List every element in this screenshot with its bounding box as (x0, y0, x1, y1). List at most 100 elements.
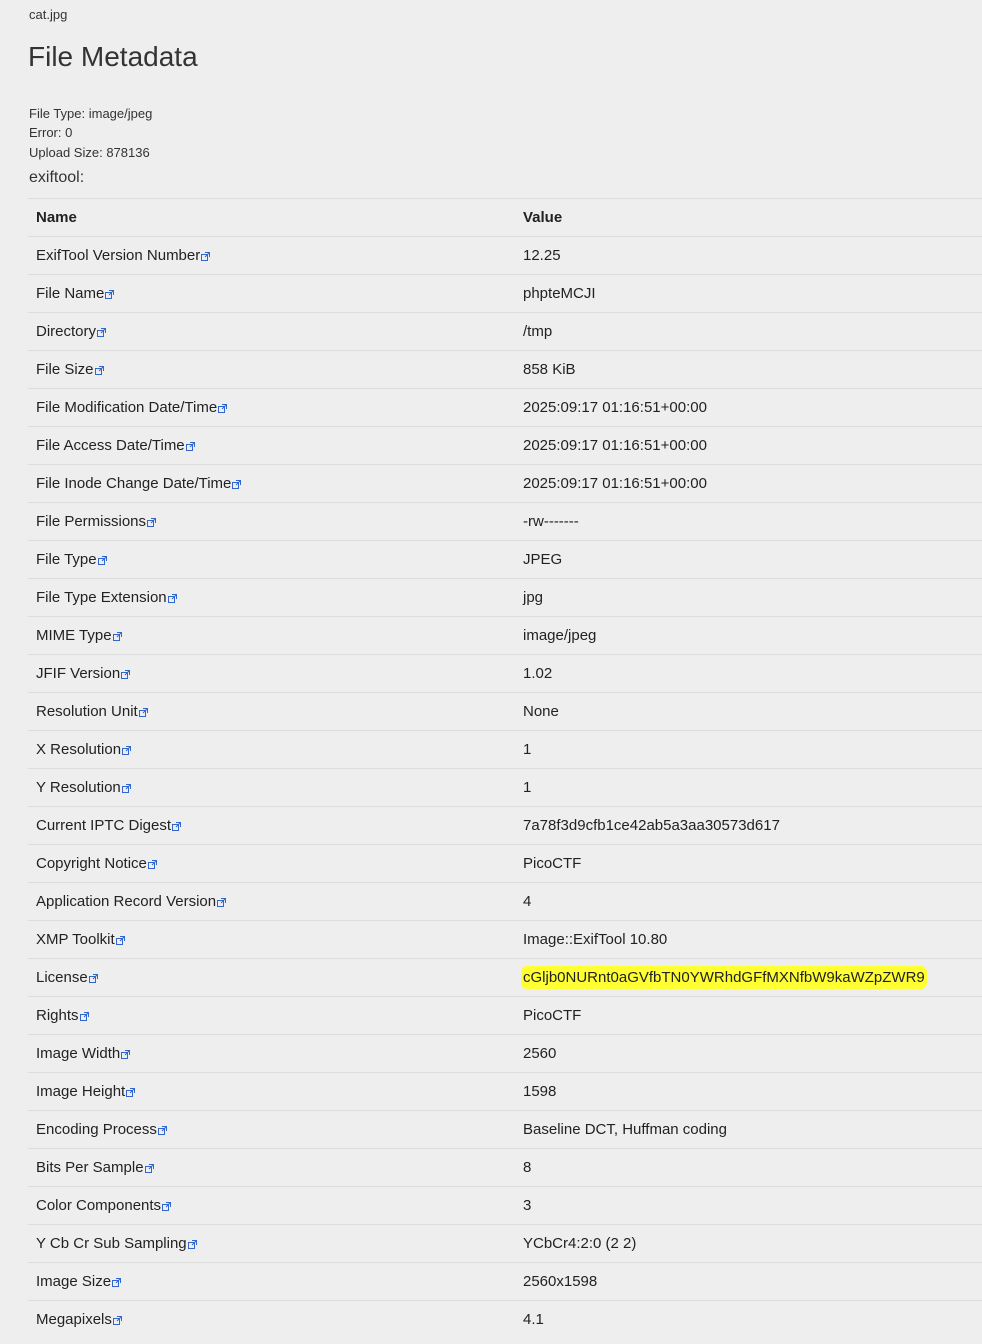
row-name-cell: Application Record Version (28, 882, 515, 921)
external-link-icon[interactable] (147, 860, 157, 869)
tag-name-link[interactable]: Current IPTC Digest (36, 817, 182, 834)
tag-name-label: XMP Toolkit (36, 931, 115, 948)
row-name-cell: File Name (28, 274, 515, 313)
row-value-cell: 12.25 (515, 236, 982, 275)
external-link-icon[interactable] (144, 1164, 154, 1173)
name-column-header: Name (28, 198, 515, 237)
tag-name-link[interactable]: File Size (36, 361, 104, 378)
external-link-icon[interactable] (126, 1088, 136, 1097)
row-name-cell: File Type (28, 540, 515, 579)
table-row: File Size 858 KiB (28, 350, 982, 389)
row-value-cell: 4 (515, 882, 982, 921)
row-value: 12.25 (523, 247, 561, 264)
tag-name-link[interactable]: License (36, 969, 98, 986)
external-link-icon[interactable] (167, 594, 177, 603)
row-value-cell: YCbCr4:2:0 (2 2) (515, 1224, 982, 1263)
filename-label: cat.jpg (29, 7, 68, 22)
row-name-cell: Encoding Process (28, 1110, 515, 1149)
tag-name-label: ExifTool Version Number (36, 247, 201, 264)
external-link-icon[interactable] (112, 1278, 122, 1287)
tag-name-link[interactable]: File Access Date/Time (36, 437, 195, 454)
tag-name-link[interactable]: Megapixels (36, 1311, 122, 1328)
external-link-icon[interactable] (121, 1050, 131, 1059)
tag-name-label: Image Size (36, 1273, 112, 1290)
tag-name-link[interactable]: Resolution Unit (36, 703, 148, 720)
tag-name-link[interactable]: Y Resolution (36, 779, 131, 796)
external-link-icon[interactable] (115, 936, 125, 945)
table-row: XMP Toolkit Image::ExifTool 10.80 (28, 920, 982, 959)
tag-name-link[interactable]: Image Height (36, 1083, 136, 1100)
table-row: Application Record Version 4 (28, 882, 982, 921)
tag-name-link[interactable]: JFIF Version (36, 665, 131, 682)
tag-name-label: Y Cb Cr Sub Sampling (36, 1235, 187, 1252)
external-link-icon[interactable] (121, 670, 131, 679)
table-row: File Access Date/Time 2025:09:17 01:16:51… (28, 426, 982, 465)
table-row: ExifTool Version Number 12.25 (28, 236, 982, 275)
table-row: Image Width 2560 (28, 1034, 982, 1073)
row-name-cell: XMP Toolkit (28, 920, 515, 959)
external-link-icon[interactable] (232, 480, 242, 489)
external-link-icon[interactable] (79, 1012, 89, 1021)
tag-name-link[interactable]: File Type (36, 551, 107, 568)
external-link-icon[interactable] (218, 404, 228, 413)
external-link-icon[interactable] (97, 556, 107, 565)
tag-name-link[interactable]: Application Record Version (36, 893, 227, 910)
row-value-cell: 1598 (515, 1072, 982, 1111)
tag-name-link[interactable]: File Inode Change Date/Time (36, 475, 242, 492)
external-link-icon[interactable] (187, 1240, 197, 1249)
external-link-icon[interactable] (162, 1202, 172, 1211)
external-link-icon[interactable] (185, 442, 195, 451)
row-value: 2560 (523, 1045, 557, 1062)
external-link-icon[interactable] (201, 252, 211, 261)
tag-name-link[interactable]: Image Size (36, 1273, 122, 1290)
external-link-icon[interactable] (122, 746, 132, 755)
tag-name-label: Megapixels (36, 1311, 112, 1328)
tag-name-link[interactable]: Bits Per Sample (36, 1159, 154, 1176)
row-value: 2025:09:17 01:16:51+00:00 (523, 437, 707, 454)
tag-name-label: File Permissions (36, 513, 147, 530)
external-link-icon[interactable] (147, 518, 157, 527)
tag-name-link[interactable]: Rights (36, 1007, 89, 1024)
external-link-icon[interactable] (112, 632, 122, 641)
table-row: File Inode Change Date/Time 2025:09:17 01… (28, 464, 982, 503)
external-link-icon[interactable] (94, 366, 104, 375)
row-value-cell: jpg (515, 578, 982, 617)
row-value-cell: Image::ExifTool 10.80 (515, 920, 982, 959)
row-value-cell: 7a78f3d9cfb1ce42ab5a3aa30573d617 (515, 806, 982, 845)
tag-name-link[interactable]: Image Width (36, 1045, 131, 1062)
row-value-cell: 2025:09:17 01:16:51+00:00 (515, 426, 982, 465)
tag-name-link[interactable]: MIME Type (36, 627, 122, 644)
tag-name-link[interactable]: Directory (36, 323, 107, 340)
tag-name-link[interactable]: XMP Toolkit (36, 931, 125, 948)
tag-name-link[interactable]: X Resolution (36, 741, 132, 758)
tag-name-label: File Modification Date/Time (36, 399, 218, 416)
external-link-icon[interactable] (217, 898, 227, 907)
tag-name-link[interactable]: File Type Extension (36, 589, 177, 606)
tag-name-link[interactable]: ExifTool Version Number (36, 247, 211, 264)
tag-name-link[interactable]: File Permissions (36, 513, 157, 530)
tag-name-link[interactable]: File Name (36, 285, 115, 302)
tag-name-link[interactable]: File Modification Date/Time (36, 399, 228, 416)
row-value-cell: -rw------- (515, 502, 982, 541)
external-link-icon[interactable] (157, 1126, 167, 1135)
external-link-icon[interactable] (88, 974, 98, 983)
tag-name-link[interactable]: Encoding Process (36, 1121, 167, 1138)
row-value-cell: Baseline DCT, Huffman coding (515, 1110, 982, 1149)
external-link-icon[interactable] (105, 290, 115, 299)
row-value-cell: 8 (515, 1148, 982, 1187)
external-link-icon[interactable] (121, 784, 131, 793)
row-name-cell: File Type Extension (28, 578, 515, 617)
row-name-cell: License (28, 958, 515, 997)
external-link-icon[interactable] (112, 1316, 122, 1325)
table-row: Directory/tmp (28, 312, 982, 351)
tag-name-link[interactable]: Y Cb Cr Sub Sampling (36, 1235, 197, 1252)
row-value: Image::ExifTool 10.80 (523, 931, 668, 948)
row-value: 1.02 (523, 665, 553, 682)
external-link-icon[interactable] (97, 328, 107, 337)
row-value-cell: PicoCTF (515, 996, 982, 1035)
tag-name-link[interactable]: Color Components (36, 1197, 172, 1214)
highlighted-value: cGljb0NURnt0aGVfbTN0YWRhdGFfMXNfbW9kaWZp… (521, 966, 927, 989)
external-link-icon[interactable] (138, 708, 148, 717)
tag-name-link[interactable]: Copyright Notice (36, 855, 157, 872)
external-link-icon[interactable] (172, 822, 182, 831)
